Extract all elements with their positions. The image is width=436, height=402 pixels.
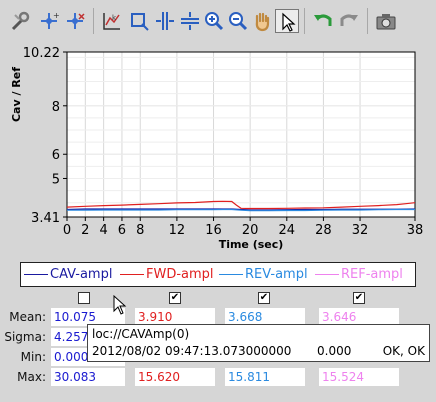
x-tick-label: 12	[169, 223, 186, 238]
svg-text:+: +	[53, 11, 60, 20]
vertical-zoom-icon[interactable]	[178, 9, 202, 33]
x-tick-label: 20	[242, 223, 259, 238]
y-tick-label: 10.22	[23, 46, 60, 61]
zoom-in-icon[interactable]	[202, 9, 226, 33]
legend-label: REF-ampl	[341, 267, 403, 282]
legend-item-fwd: FWD-ampl	[120, 267, 214, 282]
line-chart[interactable]: 0 2 4 6 8 12 16 20 24 28 32 3810.228653.41Time (sec…	[0, 40, 436, 264]
toolbar-separator	[93, 8, 94, 34]
redo-icon[interactable]	[337, 9, 361, 33]
checkbox-fwd[interactable]: ✔	[169, 292, 181, 304]
x-tick-label: 4	[99, 223, 107, 238]
zoom-settings-icon[interactable]	[9, 9, 33, 33]
y-tick-label: 5	[52, 172, 60, 187]
y-tick-label: 3.41	[31, 211, 60, 226]
tooltip-timestamp: 2012/08/02 09:47:13.073000000	[92, 344, 292, 358]
x-tick-label: 28	[315, 223, 332, 238]
rev-max-value: 15.811	[225, 368, 305, 386]
legend-label: CAV-ampl	[50, 267, 113, 282]
x-tick-label: 16	[205, 223, 222, 238]
chart-area[interactable]: 0 2 4 6 8 12 16 20 24 28 32 38 10.22 8 6 5 3.41 Time (sec…	[0, 40, 436, 264]
y-tick-label: 8	[52, 100, 60, 115]
plot-background	[66, 51, 416, 218]
toolbar-separator	[367, 8, 368, 34]
zoom-box-icon[interactable]	[127, 9, 151, 33]
legend-swatch	[24, 274, 48, 275]
horizontal-zoom-icon[interactable]	[153, 9, 177, 33]
mean-label: Mean:	[9, 310, 46, 324]
x-tick-label: 38	[407, 223, 424, 238]
min-label: Min:	[20, 350, 46, 364]
toolbar: + k	[0, 0, 436, 40]
remove-marker-icon[interactable]	[63, 9, 87, 33]
legend-item-rev: REV-ampl	[219, 267, 308, 282]
checkbox-cav[interactable]	[78, 292, 90, 304]
add-marker-icon[interactable]: +	[37, 9, 61, 33]
legend: CAV-ampl FWD-ampl REV-ampl REF-ampl	[20, 262, 416, 287]
toolbar-separator	[304, 8, 305, 34]
x-tick-label: 32	[352, 223, 369, 238]
y-tick-label: 6	[52, 148, 60, 163]
x-tick-label: 24	[279, 223, 296, 238]
x-tick-label: 2	[81, 223, 89, 238]
legend-swatch	[120, 274, 144, 275]
mouse-pointer-icon	[113, 294, 129, 315]
legend-item-cav: CAV-ampl	[24, 267, 112, 282]
legend-label: FWD-ampl	[146, 267, 214, 282]
series-line-rev-ampl	[67, 208, 415, 212]
cav-max-value: 30.083	[51, 368, 125, 386]
max-label: Max:	[17, 370, 46, 384]
tooltip-status: OK, OK	[382, 344, 425, 358]
fwd-max-value: 15.620	[135, 368, 215, 386]
ref-max-value: 15.524	[319, 368, 399, 386]
x-tick-label: 0	[63, 223, 71, 238]
checkbox-rev[interactable]: ✔	[258, 292, 270, 304]
checkbox-ref[interactable]: ✔	[353, 292, 365, 304]
tooltip-value: 0.000	[317, 344, 352, 358]
axis-scale-icon[interactable]: k	[100, 9, 124, 33]
x-tick-label: 6	[118, 223, 126, 238]
undo-icon[interactable]	[311, 9, 335, 33]
legend-swatch	[315, 274, 339, 275]
select-arrow-icon[interactable]	[275, 9, 299, 33]
legend-swatch	[219, 274, 243, 275]
tooltip-detail-row: 2012/08/02 09:47:13.073000000 0.000 OK, …	[92, 344, 425, 361]
x-axis-label: Time (sec)	[219, 238, 284, 251]
tooltip-pv-name: loc://CAVAmp(0)	[92, 327, 190, 341]
pan-hand-icon[interactable]	[250, 9, 274, 33]
snapshot-camera-icon[interactable]	[374, 9, 398, 33]
legend-item-ref: REF-ampl	[315, 267, 403, 282]
sigma-label: Sigma:	[4, 330, 46, 344]
zoom-out-icon[interactable]	[226, 9, 250, 33]
x-tick-label: 8	[136, 223, 144, 238]
value-tooltip: loc://CAVAmp(0) 2012/08/02 09:47:13.0730…	[87, 324, 430, 362]
legend-label: REV-ampl	[245, 267, 308, 282]
y-axis-label: Cav / Ref	[10, 67, 23, 122]
